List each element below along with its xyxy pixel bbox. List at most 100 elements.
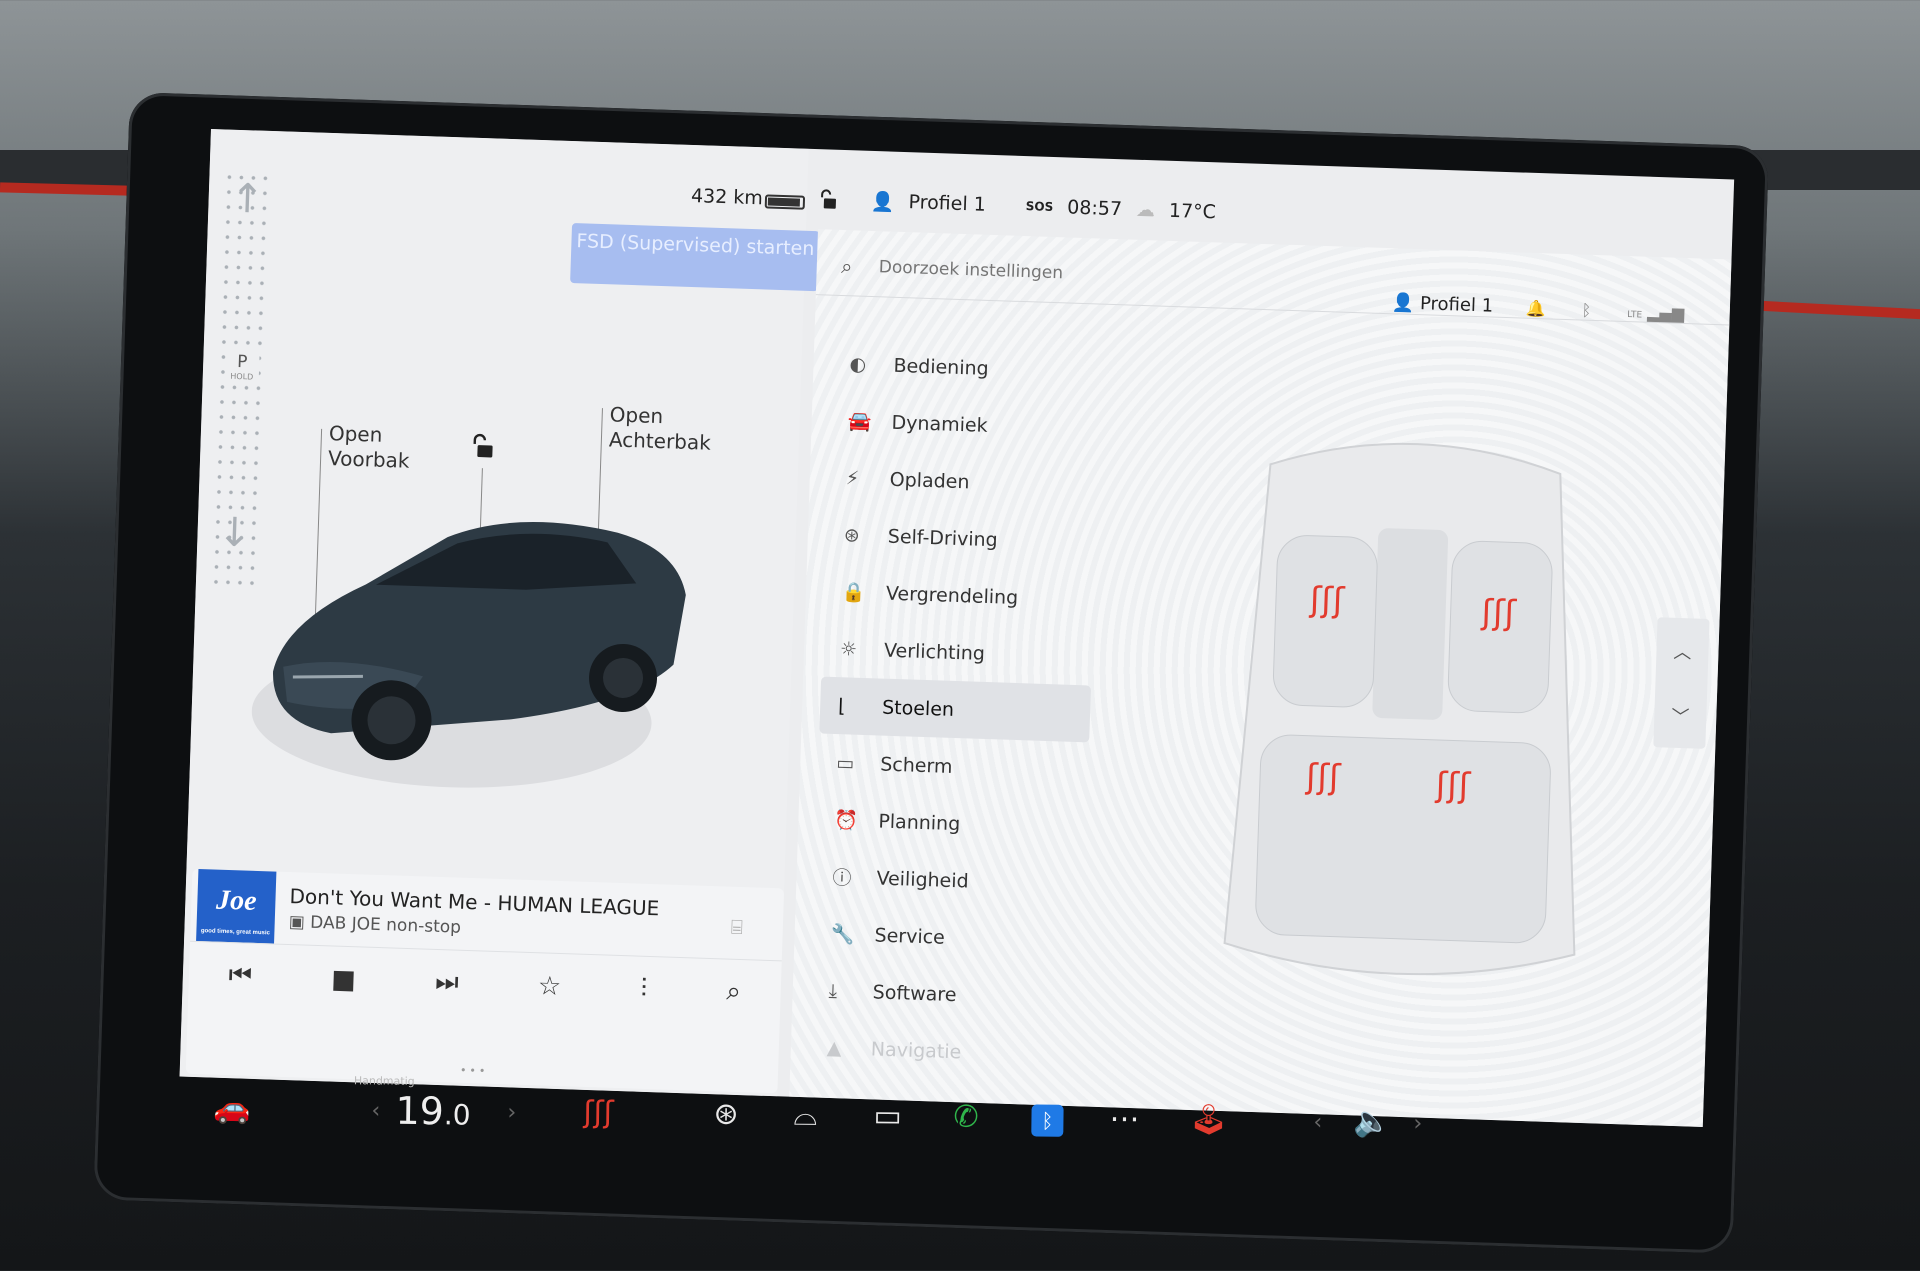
vehicle-3d-model (251, 522, 686, 788)
now-playing-station: ▣ DAB JOE non-stop (288, 912, 461, 938)
volume-up-chevron-icon[interactable]: › (1413, 1111, 1422, 1136)
menu-item-veiligheid[interactable]: ⓘ Veiligheid (814, 847, 1086, 913)
previous-track-icon[interactable]: ⏮ (228, 960, 252, 992)
chevron-up-icon[interactable]: ︿ (1673, 637, 1692, 664)
drive-up-arrow-icon[interactable]: ↑ (230, 176, 265, 223)
profile-icon: 👤 (1391, 292, 1421, 315)
volume-down-chevron-icon[interactable]: ‹ (1313, 1110, 1322, 1135)
bottom-taskbar: 🚗 ‹ Handmatig 19.0 › ʃʃʃ ⊛ ⌓ ▭ ✆ ᛒ ⋯ 🕹 ‹… (173, 1070, 1704, 1189)
media-player: Joe good times, great music Don't You Wa… (185, 868, 785, 1094)
sos-button[interactable]: SOS (1026, 199, 1054, 214)
stop-icon[interactable]: ■ (331, 964, 357, 995)
favorite-star-icon[interactable]: ☆ (537, 971, 561, 1002)
steering-wheel-icon: ⊛ (843, 523, 861, 547)
svg-text:ʃʃʃ: ʃʃʃ (1434, 765, 1472, 806)
notification-bell-icon[interactable]: 🔔 (1525, 299, 1546, 319)
download-icon: ⤓ (828, 979, 838, 1002)
fsd-start-button[interactable]: FSD (Supervised) starten (570, 223, 820, 292)
battery-icon (764, 194, 806, 210)
car-controls-icon[interactable]: 🚗 (213, 1090, 251, 1125)
seat-front-left[interactable]: ʃʃʃ (1272, 535, 1379, 708)
settings-profile[interactable]: 👤 Profiel 1 (1392, 292, 1494, 316)
gear-label: P (236, 352, 248, 373)
menu-item-stoelen[interactable]: ⌊ Stoelen (819, 676, 1092, 743)
settings-profile-name: Profiel 1 (1419, 293, 1494, 317)
menu-item-verlichting[interactable]: ☼ Verlichting (821, 620, 1093, 686)
unlock-icon[interactable] (470, 433, 495, 460)
bluetooth-icon[interactable]: ᛒ (1581, 301, 1591, 320)
search-icon: ⌕ (840, 253, 853, 278)
trunk-label-line1: Open (609, 402, 664, 429)
menu-label: Dynamiek (891, 411, 989, 437)
profile-icon[interactable]: 👤 (871, 189, 895, 213)
station-logo-tagline: good times, great music (200, 928, 270, 937)
svg-text:ʃʃʃ: ʃʃʃ (1480, 592, 1518, 633)
reverse-down-arrow-icon[interactable]: ↓ (217, 509, 252, 556)
menu-label: Veiligheid (876, 866, 970, 893)
menu-item-dynamiek[interactable]: 🚘 Dynamiek (829, 392, 1101, 458)
radio-source-icon[interactable]: ⌸ (730, 915, 743, 939)
front-defrost-icon[interactable]: ⌓ (793, 1098, 817, 1133)
lte-signal-icon: LTE ▂▄▆ (1626, 302, 1685, 323)
seat-heater-icon[interactable]: ʃʃʃ (583, 1095, 614, 1130)
bluetooth-icon[interactable]: ᛒ (1031, 1104, 1064, 1137)
toybox-joystick-icon[interactable]: 🕹 (1189, 1102, 1228, 1137)
chevron-down-icon[interactable]: ﹀ (1671, 702, 1690, 729)
temp-decrease-chevron-icon[interactable]: ‹ (371, 1098, 380, 1123)
outside-temperature: 17°C (1168, 199, 1217, 224)
seat-front-right[interactable]: ʃʃʃ (1447, 540, 1553, 714)
navigation-icon: ▲ (826, 1036, 842, 1059)
toggle-icon: ◐ (849, 352, 867, 376)
menu-label: Opladen (889, 468, 970, 493)
menu-item-opladen[interactable]: ⚡ Opladen (827, 449, 1099, 515)
media-controls: ⏮ ■ ⏭ ☆ ⫶ ⌕ (187, 940, 782, 1027)
menu-item-self-driving[interactable]: ⊛ Self-Driving (825, 506, 1097, 572)
equalizer-icon[interactable]: ⫶ (640, 974, 647, 1005)
touchscreen: ↑ ↓ P HOLD 432 km FSD (Supervised) start… (179, 129, 1735, 1128)
menu-item-bediening[interactable]: ◐ Bediening (831, 335, 1103, 401)
seat-rear-bench[interactable]: ʃʃʃ ʃʃʃ (1255, 734, 1551, 944)
station-logo: Joe good times, great music (196, 868, 277, 944)
menu-item-software[interactable]: ⤓ Software (810, 961, 1082, 1027)
temp-increase-chevron-icon[interactable]: › (507, 1100, 516, 1125)
station-name: DAB JOE non-stop (309, 912, 462, 938)
wrench-icon: 🔧 (830, 922, 855, 946)
next-track-icon[interactable]: ⏭ (435, 967, 459, 999)
menu-item-vergrendeling[interactable]: 🔒 Vergrendeling (823, 563, 1095, 629)
ambient-light-strip (1759, 300, 1920, 322)
station-logo-text: Joe (215, 884, 258, 917)
phone-icon[interactable]: ✆ (953, 1100, 979, 1135)
lock-status-icon[interactable] (819, 188, 838, 211)
sun-icon: ☼ (839, 637, 858, 661)
menu-label: Software (872, 980, 957, 1006)
seat-heater-diagram: ʃʃʃ ʃʃʃ ʃʃʃ ʃʃʃ (1223, 442, 1576, 976)
menu-label: Stoelen (881, 696, 955, 721)
menu-label: Scherm (879, 753, 953, 778)
settings-panel: ⌕ 👤 Profiel 1 🔔 ᛒ LTE ▂▄▆ ◐ Bediening 🚘 Dy… (789, 229, 1732, 1128)
search-icon[interactable]: ⌕ (726, 977, 742, 1008)
range-readout: 432 km (690, 184, 764, 210)
display-icon: ▭ (835, 751, 855, 775)
svg-text:ʃʃʃ: ʃʃʃ (1304, 757, 1342, 798)
volume-speaker-icon[interactable]: 🔈 (1353, 1104, 1391, 1139)
trunk-open-button[interactable]: Open Achterbak (608, 402, 712, 455)
more-apps-icon[interactable]: ⋯ (1109, 1101, 1139, 1136)
clock-time: 08:57 (1066, 196, 1123, 221)
menu-item-scherm[interactable]: ▭ Scherm (817, 734, 1089, 800)
alert-circle-icon: ⓘ (832, 867, 852, 890)
dab-radio-icon: ▣ (288, 912, 311, 933)
settings-search-input[interactable] (876, 255, 1297, 292)
lock-icon: 🔒 (841, 581, 867, 604)
hold-label: HOLD (230, 371, 254, 382)
steering-wheel-heater-icon[interactable]: ⊛ (713, 1097, 739, 1132)
menu-label: Navigatie (870, 1037, 962, 1063)
seat-icon: ⌊ (837, 694, 847, 717)
temp-integer: 19 (395, 1088, 445, 1134)
rear-defrost-icon[interactable]: ▭ (873, 1099, 902, 1134)
profile-name[interactable]: Profiel 1 (908, 191, 986, 216)
menu-item-navigatie[interactable]: ▲ Navigatie (808, 1018, 1080, 1084)
menu-item-service[interactable]: 🔧 Service (812, 904, 1084, 970)
alarm-clock-icon: ⏰ (834, 809, 859, 832)
cabin-temperature[interactable]: 19.0 (395, 1089, 471, 1134)
menu-item-planning[interactable]: ⏰ Planning (816, 790, 1088, 856)
